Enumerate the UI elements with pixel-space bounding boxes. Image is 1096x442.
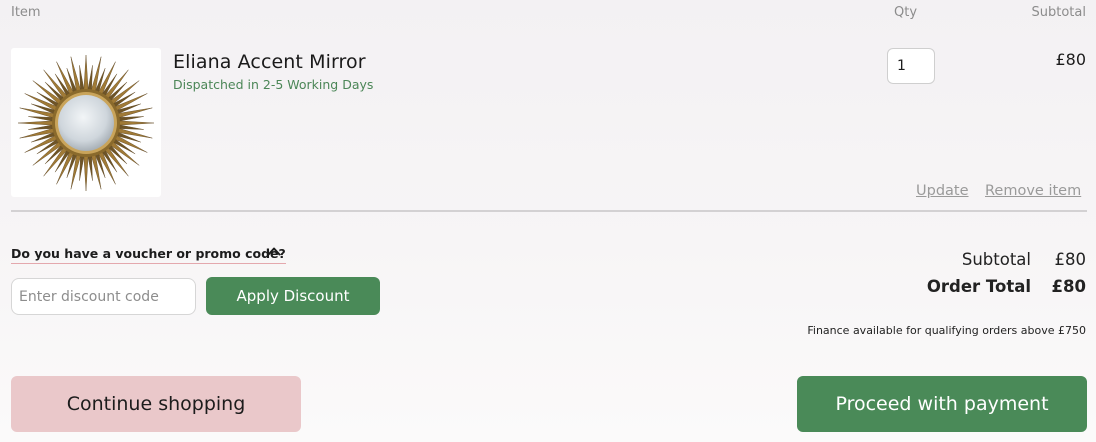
- sunburst-mirror-image: [17, 54, 155, 192]
- chevron-up-icon[interactable]: [267, 246, 281, 256]
- finance-note: Finance available for qualifying orders …: [807, 324, 1086, 337]
- subtotal-label: Subtotal: [961, 250, 1031, 269]
- apply-discount-button[interactable]: Apply Discount: [206, 277, 380, 315]
- proceed-with-payment-button[interactable]: Proceed with payment: [797, 376, 1087, 432]
- column-header-qty: Qty: [894, 5, 918, 20]
- order-total-label: Order Total: [926, 277, 1031, 296]
- line-subtotal: £80: [1055, 50, 1086, 69]
- continue-shopping-button[interactable]: Continue shopping: [11, 376, 301, 432]
- subtotal-value: £80: [1054, 250, 1087, 269]
- remove-item-link[interactable]: Remove item: [985, 183, 1081, 199]
- voucher-toggle-label: Do you have a voucher or promo code?: [11, 246, 286, 264]
- update-link[interactable]: Update: [916, 183, 969, 199]
- column-header-item: Item: [11, 5, 41, 20]
- product-name[interactable]: Eliana Accent Mirror: [173, 51, 366, 73]
- dispatch-info: Dispatched in 2-5 Working Days: [173, 77, 374, 92]
- voucher-toggle[interactable]: Do you have a voucher or promo code?: [11, 243, 286, 264]
- divider: [11, 210, 1087, 212]
- discount-code-input[interactable]: [11, 278, 196, 315]
- order-total-value: £80: [1051, 277, 1086, 296]
- product-image[interactable]: [11, 48, 161, 197]
- column-header-subtotal: Subtotal: [1031, 5, 1086, 20]
- quantity-input[interactable]: [887, 48, 935, 84]
